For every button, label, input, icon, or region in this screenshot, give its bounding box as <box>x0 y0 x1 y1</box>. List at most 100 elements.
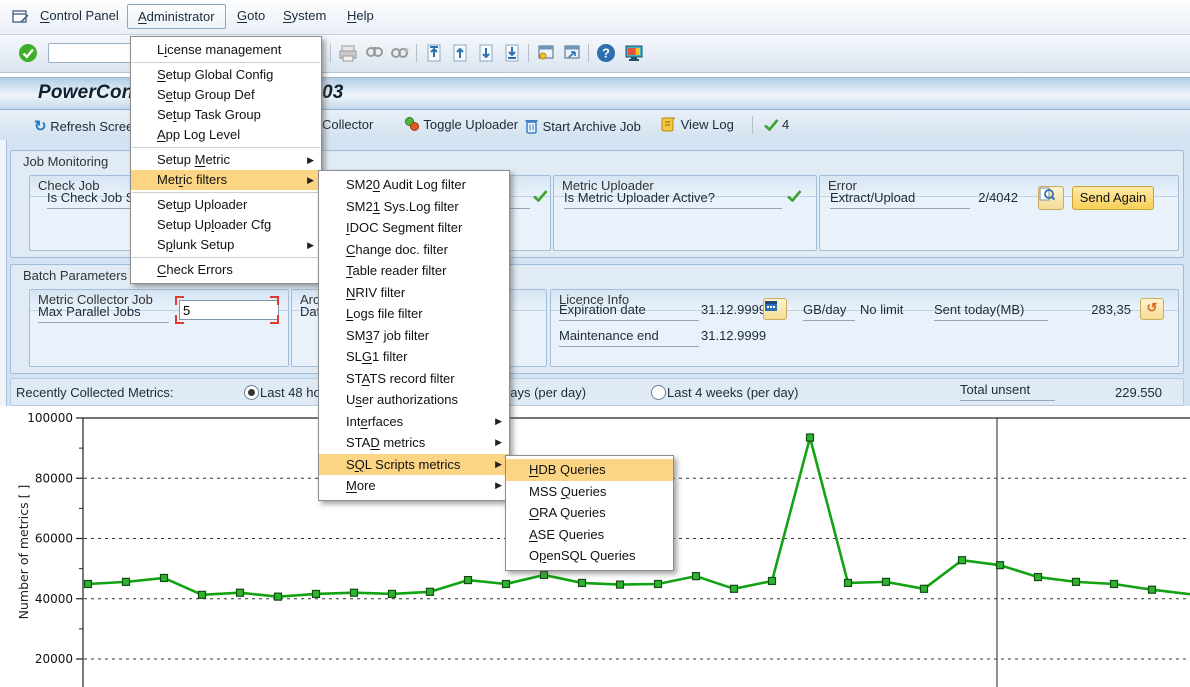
menu-item-license-management[interactable]: License management <box>131 40 321 60</box>
error-details-button[interactable] <box>1038 186 1064 210</box>
menu-item-ora-queries[interactable]: ORA Queries <box>506 502 673 524</box>
recently-collected-metrics-label: Recently Collected Metrics: <box>16 385 174 400</box>
toggle-uploader-button[interactable]: Toggle Uploader <box>404 117 518 132</box>
next-page-icon[interactable] <box>476 43 496 63</box>
sent-today-label: Sent today(MB) <box>934 302 1048 321</box>
find-icon[interactable] <box>364 43 384 63</box>
batch-parameters-title: Batch Parameters <box>23 268 127 283</box>
view-log-label: View Log <box>681 117 734 132</box>
menu-separator <box>132 147 320 148</box>
help-icon[interactable]: ? <box>596 43 616 63</box>
error-box: Error Extract/Upload 2/4042 Send Again <box>819 175 1179 251</box>
menu-item-check-errors[interactable]: Check Errors <box>131 260 321 280</box>
menu-item-hdb-queries[interactable]: HDB Queries <box>506 459 673 481</box>
view-log-button[interactable]: View Log <box>660 117 734 132</box>
ok-status <box>764 119 779 131</box>
radio-last-4-weeks[interactable] <box>651 385 666 400</box>
svg-text:60000: 60000 <box>35 532 73 546</box>
green-check-icon <box>764 119 779 131</box>
radio-last-7-days-label-fragment: days (per day) <box>503 385 586 400</box>
radio-last-48-hours-label: Last 48 ho <box>260 385 321 400</box>
last-page-icon[interactable] <box>502 43 522 63</box>
previous-page-icon[interactable] <box>450 43 470 63</box>
calendar-icon-button[interactable] <box>763 298 787 320</box>
toggle-uploader-label: Toggle Uploader <box>423 117 518 132</box>
svg-text:40000: 40000 <box>35 592 73 606</box>
total-unsent-value: 229.550 <box>1115 385 1162 400</box>
menu-item-opensql-queries[interactable]: OpenSQL Queries <box>506 545 673 567</box>
menu-item-sql-scripts-metrics[interactable]: SQL Scripts metrics▶ <box>319 454 509 476</box>
menu-item-more[interactable]: More▶ <box>319 475 509 497</box>
menu-item-sm20-audit-log-filter[interactable]: SM20 Audit Log filter <box>319 174 509 196</box>
menubar-item-administrator[interactable]: Administrator <box>127 4 226 29</box>
menu-item-setup-task-group[interactable]: Setup Task Group <box>131 105 321 125</box>
trash-icon <box>524 117 539 134</box>
menu-item-setup-uploader[interactable]: Setup Uploader <box>131 195 321 215</box>
menu-item-setup-global-config[interactable]: Setup Global Config <box>131 65 321 85</box>
menu-item-metric-filters[interactable]: Metric filters▶ <box>131 170 321 190</box>
radio-last-4-weeks-label: Last 4 weeks (per day) <box>667 385 799 400</box>
expiration-date-label: Expiration date <box>559 302 699 321</box>
total-unsent-label: Total unsent <box>960 382 1055 401</box>
menu-item-stats-record-filter[interactable]: STATS record filter <box>319 368 509 390</box>
expiration-date-value: 31.12.9999 <box>701 302 766 317</box>
refresh-screen-button[interactable]: ↻ Refresh Screen <box>34 117 141 135</box>
ok-count: 4 <box>782 117 789 132</box>
menu-item-stad-metrics[interactable]: STAD metrics▶ <box>319 432 509 454</box>
menu-item-sm21-syslog-filter[interactable]: SM21 Sys.Log filter <box>319 196 509 218</box>
menu-item-logs-file-filter[interactable]: Logs file filter <box>319 303 509 325</box>
menubar-item-help[interactable]: Help <box>347 8 374 23</box>
toggle-collector-button-fragment[interactable]: Collector <box>322 117 373 132</box>
page-title-fragment-right: 03 <box>322 82 344 104</box>
menubar-item-goto[interactable]: Goto <box>237 8 265 23</box>
gb-per-day-value: No limit <box>860 302 903 317</box>
create-shortcut-icon[interactable] <box>562 43 582 63</box>
recently-collected-metrics-bar: Recently Collected Metrics: Last 48 ho d… <box>10 378 1184 406</box>
new-session-icon[interactable] <box>536 43 556 63</box>
radio-last-48-hours[interactable] <box>244 385 259 400</box>
customize-layout-icon[interactable] <box>624 43 644 63</box>
submenu-arrow-icon: ▶ <box>495 475 502 497</box>
send-again-button[interactable]: Send Again <box>1072 186 1154 210</box>
menu-item-splunk-setup[interactable]: Splunk Setup▶ <box>131 235 321 255</box>
menubar-item-control-panel[interactable]: Control Panel <box>40 8 119 23</box>
metric-uploader-active-label: Is Metric Uploader Active? <box>564 190 782 209</box>
focus-corner <box>175 296 184 305</box>
first-page-icon[interactable] <box>424 43 444 63</box>
menu-item-sm37-job-filter[interactable]: SM37 job filter <box>319 325 509 347</box>
metric-filters-menu: SM20 Audit Log filter SM21 Sys.Log filte… <box>318 170 510 501</box>
enter-button[interactable] <box>18 43 38 63</box>
toolbar-separator <box>330 44 331 62</box>
menu-separator <box>132 257 320 258</box>
menu-item-nriv-filter[interactable]: NRIV filter <box>319 282 509 304</box>
history-icon-button[interactable]: ↺ <box>1140 298 1164 320</box>
menubar-item-system[interactable]: System <box>283 8 326 23</box>
menu-item-mss-queries[interactable]: MSS Queries <box>506 481 673 503</box>
max-parallel-jobs-input[interactable] <box>179 300 279 320</box>
menu-item-app-log-level[interactable]: App Log Level <box>131 125 321 145</box>
print-icon[interactable] <box>338 43 358 63</box>
green-check-icon <box>787 190 802 202</box>
administrator-menu: License management Setup Global Config S… <box>130 36 322 284</box>
menu-item-setup-group-def[interactable]: Setup Group Def <box>131 85 321 105</box>
menu-item-change-doc-filter[interactable]: Change doc. filter <box>319 239 509 261</box>
sap-session-icon[interactable] <box>12 9 29 24</box>
metric-collector-job-box: Metric Collector Job Max Parallel Jobs <box>29 289 289 367</box>
menu-item-slg1-filter[interactable]: SLG1 filter <box>319 346 509 368</box>
menu-item-table-reader-filter[interactable]: Table reader filter <box>319 260 509 282</box>
focus-corner <box>270 296 279 305</box>
menu-item-user-authorizations[interactable]: User authorizations <box>319 389 509 411</box>
menu-item-interfaces[interactable]: Interfaces▶ <box>319 411 509 433</box>
refresh-screen-label: Refresh Screen <box>50 119 140 134</box>
menu-item-setup-uploader-cfg[interactable]: Setup Uploader Cfg <box>131 215 321 235</box>
find-next-icon[interactable] <box>390 43 410 63</box>
max-parallel-jobs-label: Max Parallel Jobs <box>38 304 169 323</box>
gb-per-day-label: GB/day <box>803 302 855 321</box>
job-monitoring-title: Job Monitoring <box>23 154 108 169</box>
menu-item-ase-queries[interactable]: ASE Queries <box>506 524 673 546</box>
menu-item-setup-metric[interactable]: Setup Metric▶ <box>131 150 321 170</box>
menu-bar: Control Panel Administrator Goto System … <box>0 0 1190 35</box>
submenu-arrow-icon: ▶ <box>307 150 314 170</box>
menu-item-idoc-segment-filter[interactable]: IDOC Segment filter <box>319 217 509 239</box>
start-archive-job-button[interactable]: Start Archive Job <box>524 117 641 134</box>
